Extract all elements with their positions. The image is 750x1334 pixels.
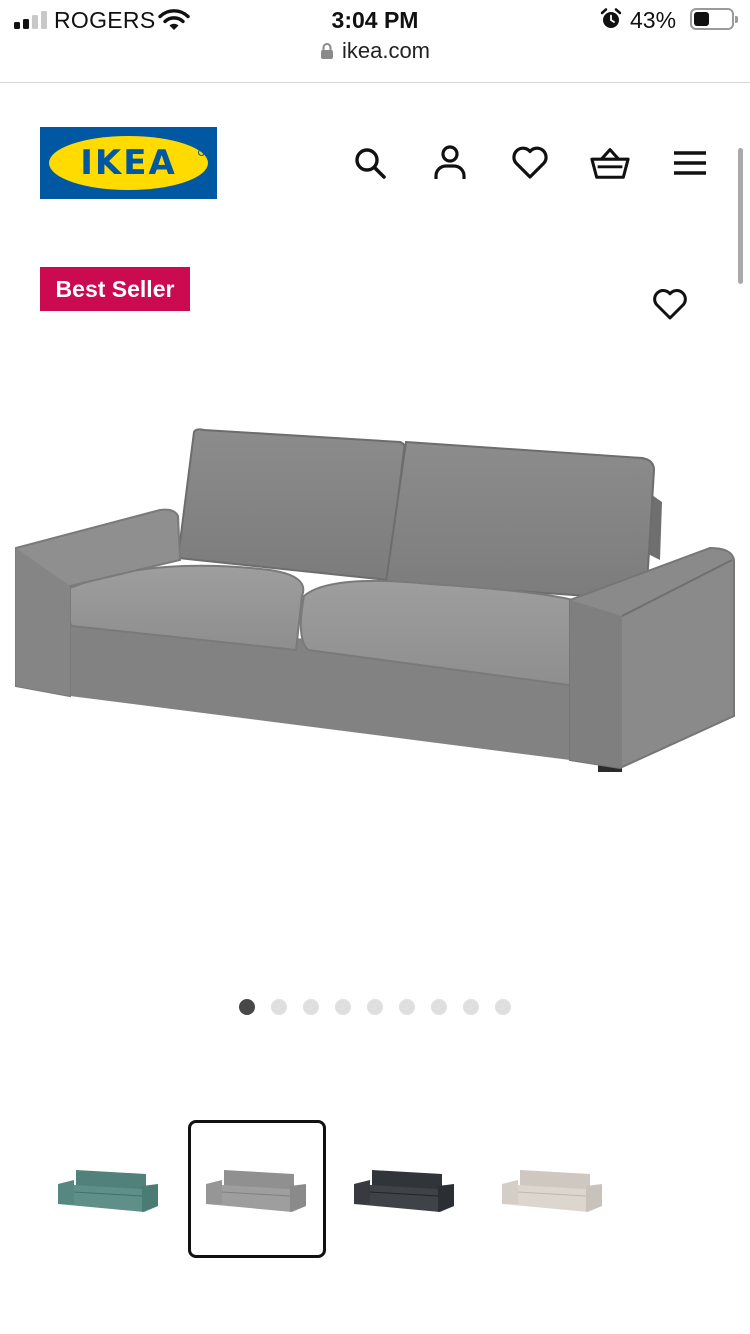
basket-icon[interactable] bbox=[590, 143, 630, 183]
sofa-thumbnail-icon bbox=[206, 1170, 306, 1212]
color-options[interactable] bbox=[40, 1120, 710, 1258]
best-seller-badge: Best Seller bbox=[40, 267, 190, 311]
menu-icon[interactable] bbox=[670, 143, 710, 183]
product-image[interactable] bbox=[10, 420, 740, 780]
color-swatch-grey[interactable] bbox=[188, 1120, 326, 1258]
sofa-thumbnail-icon bbox=[58, 1170, 158, 1212]
carousel-dot[interactable] bbox=[303, 999, 319, 1015]
sofa-thumbnail-icon bbox=[354, 1170, 454, 1212]
search-icon[interactable] bbox=[350, 143, 390, 183]
battery-percent: 43% bbox=[630, 7, 677, 33]
ikea-logo[interactable]: IKEA bbox=[40, 127, 217, 199]
heart-outline-icon[interactable] bbox=[650, 285, 690, 325]
carousel-dot[interactable] bbox=[463, 999, 479, 1015]
scrollbar[interactable] bbox=[738, 148, 743, 284]
alarm-icon bbox=[600, 8, 622, 28]
carousel-dot[interactable] bbox=[271, 999, 287, 1015]
color-swatch-dark-grey[interactable] bbox=[336, 1120, 474, 1258]
carousel-dot[interactable] bbox=[239, 999, 255, 1015]
status-bar: ROGERS 3:04 PM 43% bbox=[0, 0, 750, 40]
url-text: ikea.com bbox=[341, 38, 431, 63]
user-icon[interactable] bbox=[430, 143, 470, 183]
carousel-dot[interactable] bbox=[495, 999, 511, 1015]
color-swatch-teal[interactable] bbox=[40, 1120, 178, 1258]
carousel-dot[interactable] bbox=[335, 999, 351, 1015]
carousel-dot[interactable] bbox=[431, 999, 447, 1015]
address-bar[interactable]: ikea.com bbox=[0, 38, 750, 68]
carousel-dots[interactable] bbox=[239, 999, 511, 1015]
browser-divider bbox=[0, 82, 750, 83]
sofa-thumbnail-icon bbox=[502, 1170, 602, 1212]
battery-icon bbox=[690, 8, 738, 30]
lock-icon bbox=[320, 43, 333, 59]
carousel-dot[interactable] bbox=[399, 999, 415, 1015]
carousel-dot[interactable] bbox=[367, 999, 383, 1015]
heart-icon[interactable] bbox=[510, 143, 550, 183]
color-swatch-beige[interactable] bbox=[484, 1120, 622, 1258]
